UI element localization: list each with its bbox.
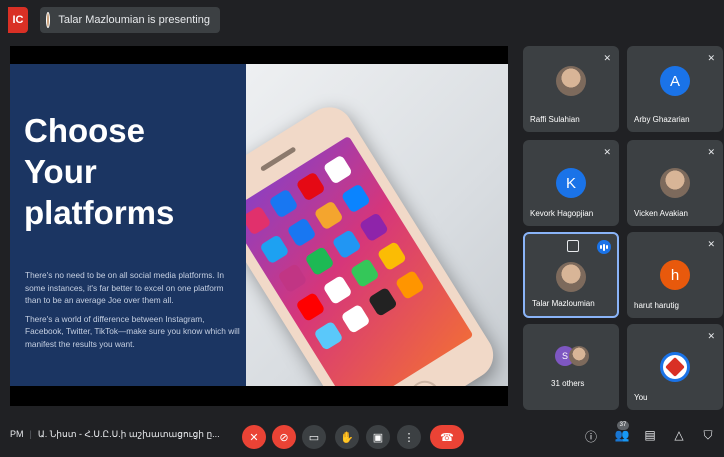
presenter-avatar: [46, 12, 51, 28]
present-button[interactable]: ▣: [366, 425, 390, 449]
slide-paragraph: There's no need to be on all social medi…: [25, 270, 224, 305]
captions-icon: ▭: [308, 431, 320, 444]
mic-off-icon: ✕: [707, 147, 715, 157]
end-call-icon: ☎: [440, 431, 454, 444]
speaking-indicator-icon: [597, 240, 611, 254]
activities-icon[interactable]: △: [671, 428, 687, 442]
others-tile[interactable]: S 31 others: [523, 324, 619, 410]
people-icon[interactable]: 👥: [614, 428, 630, 442]
participant-tile[interactable]: ✕ Vicken Avakian: [627, 140, 723, 226]
present-icon: ▣: [372, 431, 384, 444]
phone-screen: [246, 135, 474, 386]
avatar: [556, 262, 586, 292]
presentation-slide: Choose Your platforms There's no need to…: [10, 64, 508, 386]
top-bar: IC Talar Mazloumian is presenting: [0, 0, 724, 40]
pin-icon[interactable]: [567, 240, 579, 252]
self-tile[interactable]: ✕ You: [627, 324, 723, 410]
participant-name: Vicken Avakian: [634, 209, 688, 218]
participant-name: You: [634, 393, 648, 402]
raise-hand-button[interactable]: ✋: [335, 425, 359, 449]
presenting-text: Talar Mazloumian is presenting: [58, 14, 210, 26]
more-options-button[interactable]: ⋮: [397, 425, 421, 449]
time-text: PM: [10, 429, 24, 439]
info-icon[interactable]: ⓘ: [583, 428, 599, 445]
phone-speaker: [259, 146, 297, 172]
mic-off-icon: ✕: [707, 239, 715, 249]
phone-image: [246, 98, 503, 386]
participant-name: Raffi Sulahian: [530, 115, 580, 124]
captions-button[interactable]: ▭: [302, 425, 326, 449]
avatar: A: [660, 66, 690, 96]
mic-off-icon: ✕: [603, 53, 611, 63]
participant-tile-active[interactable]: Talar Mazloumian: [523, 232, 619, 318]
avatar: [569, 346, 589, 366]
participant-tile[interactable]: ✕ A Arby Ghazarian: [627, 46, 723, 132]
participant-name: harut harutig: [634, 301, 679, 310]
mic-off-icon: ✕: [249, 431, 259, 444]
slide-text-panel: Choose Your platforms There's no need to…: [10, 64, 246, 386]
slide-title-line: Your: [24, 153, 97, 190]
avatar: K: [556, 168, 586, 198]
camera-off-icon: ⊘: [279, 431, 289, 444]
meet-window: IC Talar Mazloumian is presenting Choose…: [0, 0, 724, 457]
host-controls-icon[interactable]: ⛉: [700, 428, 716, 443]
participant-name: Kevork Hagopjian: [530, 209, 594, 218]
mic-off-icon: ✕: [707, 331, 715, 341]
slide-paragraph: There's a world of difference between In…: [25, 313, 240, 349]
end-call-button[interactable]: ☎: [430, 425, 464, 449]
recording-badge: IC: [8, 7, 28, 33]
mic-off-icon: ✕: [603, 147, 611, 157]
slide-body: There's no need to be on all social medi…: [25, 269, 240, 356]
meeting-info: PM | Ա. Նիստ - Հ.Ս.Ը.Ս.ի աշխատացուցի ը...: [10, 429, 220, 439]
more-options-icon: ⋮: [403, 431, 415, 444]
slide-phone-image: [246, 64, 508, 386]
bottom-bar: PM | Ա. Նիստ - Հ.Ս.Ը.Ս.ի աշխատացուցի ը... …: [0, 413, 724, 457]
avatar: [660, 168, 690, 198]
mic-off-icon: ✕: [707, 53, 715, 63]
meeting-title: Ա. Նիստ - Հ.Ս.Ը.Ս.ի աշխատացուցի ը...: [37, 429, 220, 439]
avatar: [556, 66, 586, 96]
slide-title: Choose Your platforms: [24, 110, 174, 233]
participant-tile[interactable]: ✕ h harut harutig: [627, 232, 723, 318]
participant-name: 31 others: [551, 379, 585, 388]
presentation-stage: Choose Your platforms There's no need to…: [10, 46, 508, 406]
phone-home-button: [404, 375, 446, 386]
participant-tile[interactable]: ✕ K Kevork Hagopjian: [523, 140, 619, 226]
chat-icon[interactable]: ▤: [642, 428, 658, 442]
raise-hand-icon: ✋: [340, 431, 354, 444]
mic-off-button[interactable]: ✕: [242, 425, 266, 449]
participant-name: Arby Ghazarian: [634, 115, 690, 124]
slide-title-line: Choose: [24, 112, 146, 149]
participant-tile[interactable]: ✕ Raffi Sulahian: [523, 46, 619, 132]
camera-off-button[interactable]: ⊘: [272, 425, 296, 449]
slide-title-line: platforms: [24, 194, 175, 231]
presenting-chip[interactable]: Talar Mazloumian is presenting: [40, 7, 220, 33]
participant-name: Talar Mazloumian: [532, 299, 595, 308]
avatar: [660, 352, 690, 382]
avatar: h: [660, 260, 690, 290]
